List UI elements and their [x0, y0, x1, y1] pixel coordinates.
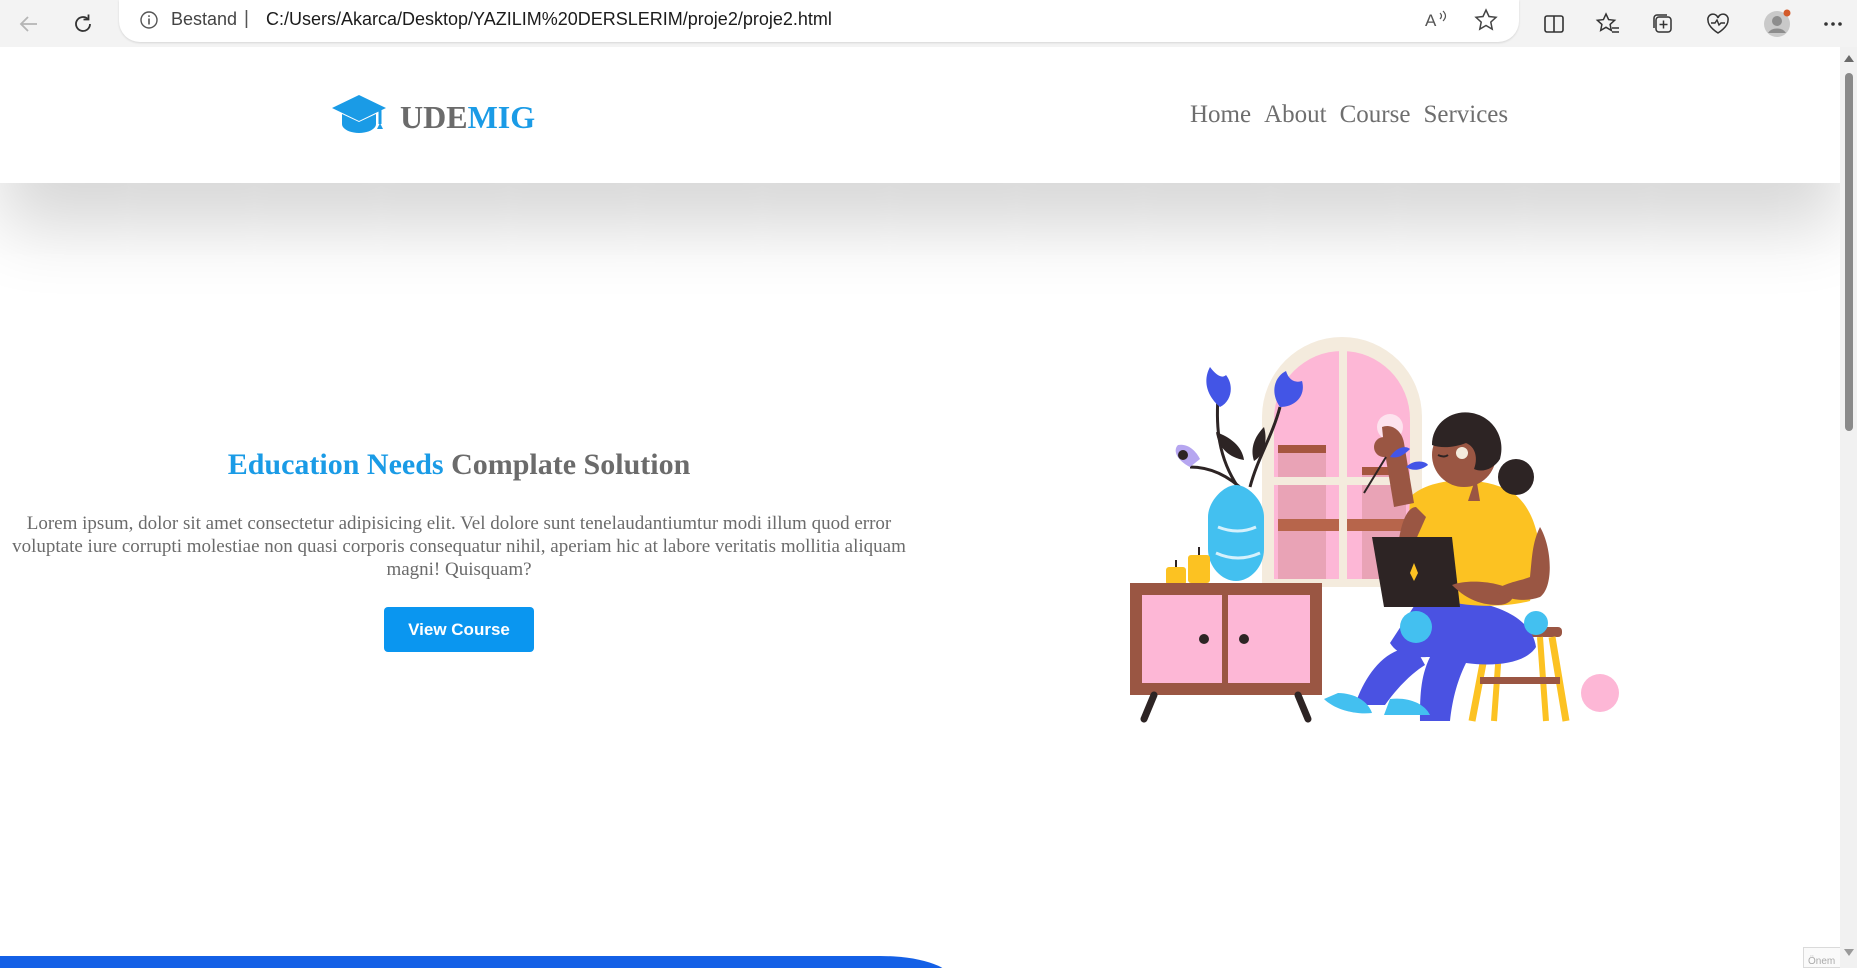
- corner-widget[interactable]: Önem: [1803, 947, 1840, 968]
- section-divider: [0, 956, 950, 968]
- url-text[interactable]: C:/Users/Akarca/Desktop/YAZILIM%20DERSLE…: [266, 9, 832, 30]
- logo[interactable]: UDEMIG: [330, 93, 535, 142]
- back-arrow-icon[interactable]: [12, 7, 46, 41]
- address-separator: |: [244, 8, 249, 29]
- scroll-up-icon[interactable]: [1844, 55, 1854, 62]
- scroll-down-icon[interactable]: [1844, 949, 1854, 956]
- nav-services[interactable]: Services: [1423, 101, 1508, 129]
- hero-title: Education Needs Complate Solution: [0, 448, 918, 482]
- site-header: UDEMIG Home About Course Services: [0, 47, 1840, 183]
- address-bar[interactable]: Bestand | C:/Users/Akarca/Desktop/YAZILI…: [119, 0, 1519, 42]
- nav-home[interactable]: Home: [1190, 101, 1251, 129]
- browser-toolbar: Bestand | C:/Users/Akarca/Desktop/YAZILI…: [0, 0, 1857, 47]
- logo-text-part1: UDE: [400, 99, 468, 135]
- graduation-cap-icon: [330, 93, 388, 142]
- info-icon[interactable]: [139, 10, 159, 35]
- logo-text: UDEMIG: [400, 99, 535, 136]
- more-icon[interactable]: [1816, 7, 1850, 41]
- site-label: Bestand: [171, 9, 238, 29]
- page-viewport: UDEMIG Home About Course Services Educat…: [0, 47, 1840, 968]
- split-screen-icon[interactable]: [1537, 7, 1571, 41]
- hero-title-highlight: Education Needs: [227, 448, 444, 481]
- collections-icon[interactable]: [1646, 7, 1680, 41]
- favorites-icon[interactable]: [1591, 7, 1625, 41]
- profile-avatar-icon[interactable]: [1760, 7, 1794, 41]
- read-aloud-icon[interactable]: A: [1423, 7, 1449, 38]
- view-course-button[interactable]: View Course: [384, 607, 534, 652]
- logo-text-part2: MIG: [467, 99, 536, 135]
- favorite-star-icon[interactable]: [1473, 7, 1499, 38]
- reload-icon[interactable]: [66, 7, 100, 41]
- svg-text:A: A: [1425, 11, 1437, 30]
- hero-title-rest: Complate Solution: [451, 448, 691, 481]
- nav-course[interactable]: Course: [1340, 101, 1411, 129]
- vertical-scrollbar[interactable]: [1840, 47, 1857, 968]
- health-icon[interactable]: [1701, 7, 1735, 41]
- hero-illustration: [1120, 327, 1640, 752]
- hero-paragraph: Lorem ipsum, dolor sit amet consectetur …: [12, 513, 906, 580]
- nav-about[interactable]: About: [1264, 101, 1327, 129]
- scroll-thumb[interactable]: [1845, 73, 1853, 431]
- main-nav: Home About Course Services: [1190, 101, 1521, 129]
